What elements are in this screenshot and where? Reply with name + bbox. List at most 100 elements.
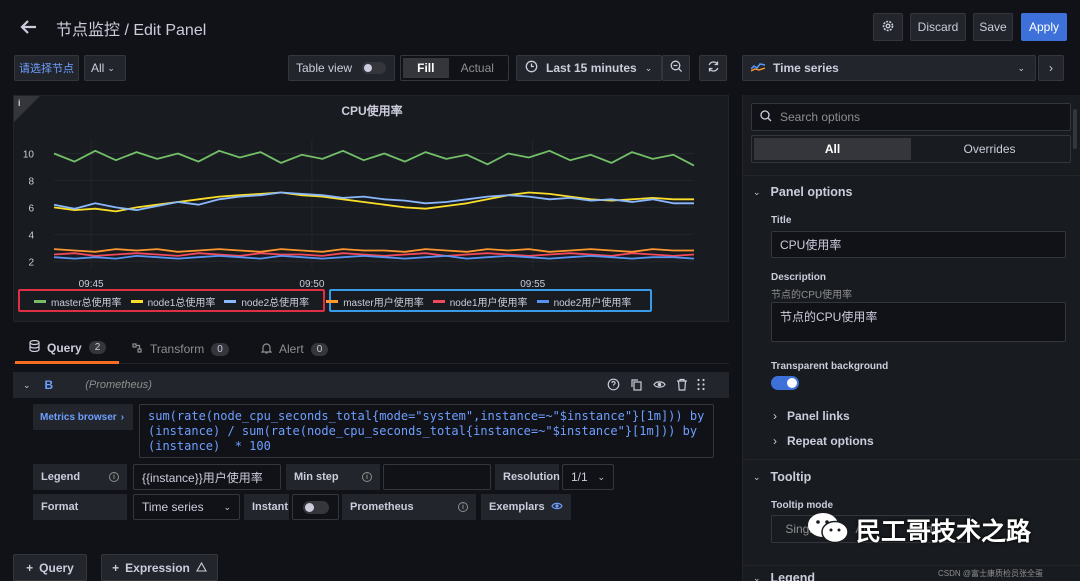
table-view-switch[interactable] bbox=[362, 62, 387, 74]
legend-item[interactable]: node2用户使用率 bbox=[536, 294, 631, 309]
drag-handle-icon[interactable] bbox=[696, 378, 706, 394]
collapse-chevron-icon[interactable]: ⌄ bbox=[23, 380, 31, 391]
clock-icon bbox=[525, 60, 538, 76]
tab-all[interactable]: All bbox=[754, 138, 911, 160]
add-query-button[interactable]: + Query bbox=[13, 554, 87, 581]
y-tick-label: 8 bbox=[28, 176, 34, 187]
tooltip-title: Tooltip bbox=[770, 470, 812, 484]
legend-item[interactable]: node1用户使用率 bbox=[432, 294, 528, 309]
zoom-out-button[interactable] bbox=[662, 55, 690, 81]
warning-icon bbox=[195, 561, 207, 575]
legend-input[interactable]: {{instance}}用户使用率 bbox=[133, 464, 281, 490]
tab-query-count: 2 bbox=[88, 341, 107, 354]
metrics-browser-button[interactable]: Metrics browser › bbox=[33, 404, 133, 430]
table-view-label: Table view bbox=[296, 61, 353, 75]
legend-item[interactable]: node1总使用率 bbox=[130, 294, 215, 309]
query-expression-input[interactable]: sum(rate(node_cpu_seconds_total{mode="sy… bbox=[139, 404, 714, 458]
save-button[interactable]: Save bbox=[973, 13, 1013, 41]
legend-label-text: Legend bbox=[41, 471, 81, 483]
refresh-icon bbox=[707, 60, 720, 76]
resolution-select[interactable]: 1/1 ⌄ bbox=[562, 464, 614, 490]
divider bbox=[743, 565, 1080, 566]
description-textarea[interactable]: 节点的CPU使用率 bbox=[771, 302, 1066, 342]
settings-button[interactable] bbox=[873, 13, 903, 41]
legend-item[interactable]: master用户使用率 bbox=[326, 294, 424, 309]
y-tick-label: 4 bbox=[28, 230, 34, 241]
search-placeholder: Search options bbox=[780, 110, 861, 124]
legend-header[interactable]: ⌄ Legend bbox=[753, 571, 815, 581]
options-pane: Search options All Overrides ⌄ Panel opt… bbox=[742, 95, 1080, 581]
min-step-input[interactable] bbox=[383, 464, 491, 490]
repeat-options-header[interactable]: › Repeat options bbox=[773, 434, 874, 448]
gear-icon bbox=[881, 19, 895, 36]
help-icon[interactable] bbox=[607, 378, 620, 394]
plus-icon: + bbox=[26, 560, 34, 575]
eye-icon[interactable] bbox=[551, 501, 563, 514]
transparent-switch[interactable] bbox=[771, 376, 799, 390]
info-circle-icon: i bbox=[362, 472, 372, 482]
trash-icon[interactable] bbox=[676, 378, 688, 394]
resolution-label: Resolution bbox=[495, 464, 560, 490]
chevron-down-icon: ⌄ bbox=[753, 471, 761, 482]
zoom-out-icon bbox=[670, 60, 683, 76]
table-view-toggle[interactable]: Table view bbox=[288, 55, 395, 81]
eye-icon[interactable] bbox=[653, 378, 666, 394]
legend-item[interactable]: master总使用率 bbox=[34, 294, 122, 309]
instant-toggle[interactable] bbox=[292, 494, 339, 520]
instant-switch[interactable] bbox=[302, 500, 329, 514]
legend-title: Legend bbox=[770, 571, 815, 581]
chevron-right-icon: › bbox=[773, 434, 777, 448]
exemplars-label-text: Exemplars bbox=[489, 501, 545, 513]
credit-text: CSDN @富士康质检员张全蛋 bbox=[938, 569, 1044, 578]
tooltip-header[interactable]: ⌄ Tooltip bbox=[753, 470, 811, 484]
actual-button[interactable]: Actual bbox=[449, 58, 506, 78]
tab-transform[interactable]: Transform 0 bbox=[131, 334, 229, 364]
query-editor: ⌄ B (Prometheus) Metrics browser › sum(r… bbox=[13, 372, 729, 532]
legend-label: master用户使用率 bbox=[343, 298, 424, 309]
legend-item[interactable]: node2总使用率 bbox=[224, 294, 309, 309]
chevron-right-icon: › bbox=[773, 409, 777, 423]
instant-label: Instant bbox=[244, 494, 289, 520]
panel-links-header[interactable]: › Panel links bbox=[773, 409, 850, 423]
add-expression-button[interactable]: + Expression bbox=[101, 554, 218, 581]
refresh-button[interactable] bbox=[699, 55, 727, 81]
tab-overrides[interactable]: Overrides bbox=[911, 138, 1068, 160]
tab-alert[interactable]: Alert 0 bbox=[260, 334, 329, 364]
toggle-options-button[interactable]: › bbox=[1038, 55, 1064, 81]
options-scrollbar[interactable] bbox=[1073, 109, 1077, 149]
fill-button[interactable]: Fill bbox=[403, 58, 449, 78]
bell-icon bbox=[260, 342, 273, 357]
query-ref-id[interactable]: B bbox=[45, 378, 54, 392]
series-line-3 bbox=[53, 248, 694, 253]
variable-select[interactable]: All ⌄ bbox=[84, 55, 126, 81]
title-input[interactable]: CPU使用率 bbox=[771, 231, 1066, 258]
chevron-down-icon: ⌄ bbox=[597, 471, 605, 482]
chevron-right-icon: › bbox=[1049, 61, 1053, 75]
search-options-input[interactable]: Search options bbox=[751, 103, 1071, 131]
apply-button[interactable]: Apply bbox=[1021, 13, 1067, 41]
search-icon bbox=[760, 109, 772, 125]
back-arrow-icon[interactable] bbox=[18, 16, 40, 38]
tab-transform-count: 0 bbox=[211, 342, 229, 356]
discard-button[interactable]: Discard bbox=[910, 13, 966, 41]
watermark: 民工哥技术之路 bbox=[806, 510, 1031, 549]
exemplars-label: Exemplars bbox=[481, 494, 571, 520]
chevron-down-icon: ⌄ bbox=[1017, 62, 1025, 73]
description-label: Description bbox=[771, 272, 827, 283]
visualization-picker[interactable]: Time series ⌄ bbox=[742, 55, 1036, 81]
tab-query[interactable]: Query 2 bbox=[15, 334, 119, 364]
panel-options-header[interactable]: ⌄ Panel options bbox=[753, 185, 853, 199]
min-step-label-text: Min step bbox=[294, 471, 339, 483]
info-circle-icon: i bbox=[458, 502, 468, 512]
chart-legend: master总使用率 node1总使用率 node2总使用率 master用户使用率 n… bbox=[34, 294, 631, 309]
visualization-label: Time series bbox=[773, 61, 839, 75]
legend-label: master总使用率 bbox=[51, 298, 122, 309]
format-select[interactable]: Time series ⌄ bbox=[133, 494, 240, 520]
y-tick-label: 6 bbox=[28, 203, 34, 214]
min-step-label: Min step i bbox=[286, 464, 380, 490]
time-range-picker[interactable]: Last 15 minutes ⌄ bbox=[516, 55, 662, 81]
database-icon bbox=[29, 339, 40, 355]
wechat-icon bbox=[806, 510, 850, 549]
copy-icon[interactable] bbox=[630, 378, 643, 394]
tab-transform-label: Transform bbox=[150, 342, 205, 356]
